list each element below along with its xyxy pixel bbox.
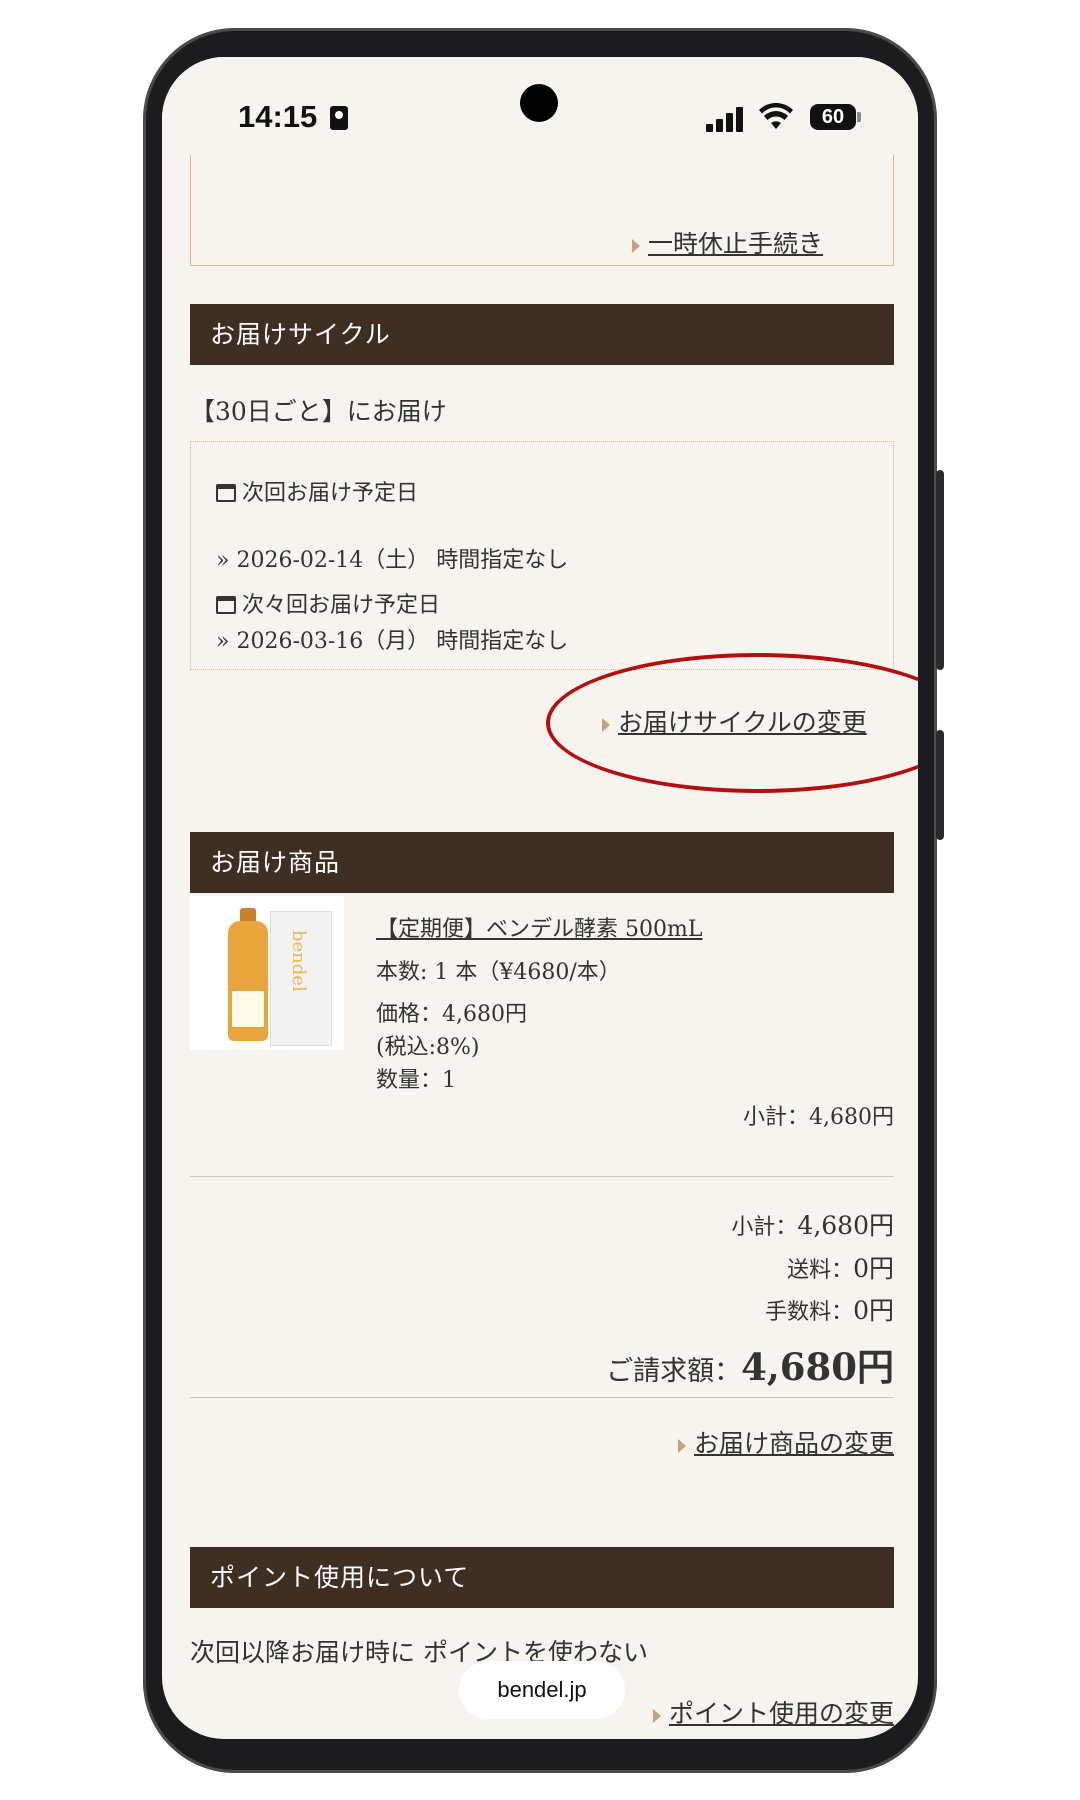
change-products-link[interactable]: お届け商品の変更 bbox=[494, 1424, 894, 1460]
next-delivery-label: 次回お届け予定日 bbox=[216, 475, 418, 507]
summary-shipping: 送料：0円 bbox=[787, 1254, 894, 1283]
products-heading: お届け商品 bbox=[190, 832, 894, 893]
sim-icon bbox=[330, 106, 348, 130]
summary-subtotal: 小計：4,680円 bbox=[731, 1211, 894, 1240]
product-image[interactable]: bendel bbox=[190, 896, 344, 1050]
calendar-icon bbox=[216, 596, 236, 614]
arrow-icon bbox=[652, 1708, 661, 1723]
clock: 14:15 bbox=[238, 99, 318, 134]
signal-icon bbox=[706, 106, 746, 132]
url-pill[interactable]: bendel.jp bbox=[459, 1661, 625, 1719]
product-tax: (税込:8%) bbox=[376, 1035, 480, 1060]
product-count: 本数: 1 本（¥4680/本） bbox=[376, 960, 621, 985]
volume-button bbox=[936, 470, 944, 670]
product-price: 価格：4,680円 bbox=[376, 1002, 527, 1027]
page-content: 一時休止手続き お届けサイクル 【30日ごと】にお届け 次回お届け予定日 » 2… bbox=[162, 57, 918, 1739]
delivery-cycle-heading: お届けサイクル bbox=[190, 304, 894, 365]
summary-fee: 手数料：0円 bbox=[765, 1296, 894, 1325]
calendar-icon bbox=[216, 484, 236, 502]
divider bbox=[190, 1397, 894, 1398]
arrow-icon bbox=[632, 238, 640, 253]
summary-total: ご請求額：4,680円 bbox=[606, 1345, 894, 1389]
arrow-icon bbox=[677, 1438, 686, 1453]
next-delivery-date: » 2026-02-14（土） 時間指定なし bbox=[216, 548, 569, 573]
power-button bbox=[936, 730, 944, 840]
product-box: bendel bbox=[270, 911, 332, 1046]
battery-tip bbox=[857, 112, 861, 122]
after-next-delivery-label: 次々回お届け予定日 bbox=[216, 587, 440, 619]
cycle-text: 【30日ごと】にお届け bbox=[190, 397, 447, 426]
status-bar: 14:15 60 bbox=[162, 57, 918, 177]
product-name-link[interactable]: 【定期便】ベンデル酵素 500mL bbox=[376, 911, 702, 943]
wifi-icon bbox=[759, 103, 793, 129]
divider bbox=[190, 1176, 894, 1177]
screen: 一時休止手続き お届けサイクル 【30日ごと】にお届け 次回お届け予定日 » 2… bbox=[162, 57, 918, 1739]
bottle-label bbox=[232, 991, 264, 1027]
product-qty: 数量：1 bbox=[376, 1068, 456, 1093]
after-next-delivery-date: » 2026-03-16（月） 時間指定なし bbox=[216, 629, 569, 654]
item-subtotal: 小計：4,680円 bbox=[743, 1105, 894, 1130]
highlight-oval bbox=[546, 653, 918, 793]
front-camera bbox=[520, 84, 558, 122]
points-heading: ポイント使用について bbox=[190, 1547, 894, 1608]
battery-icon: 60 bbox=[810, 104, 856, 130]
